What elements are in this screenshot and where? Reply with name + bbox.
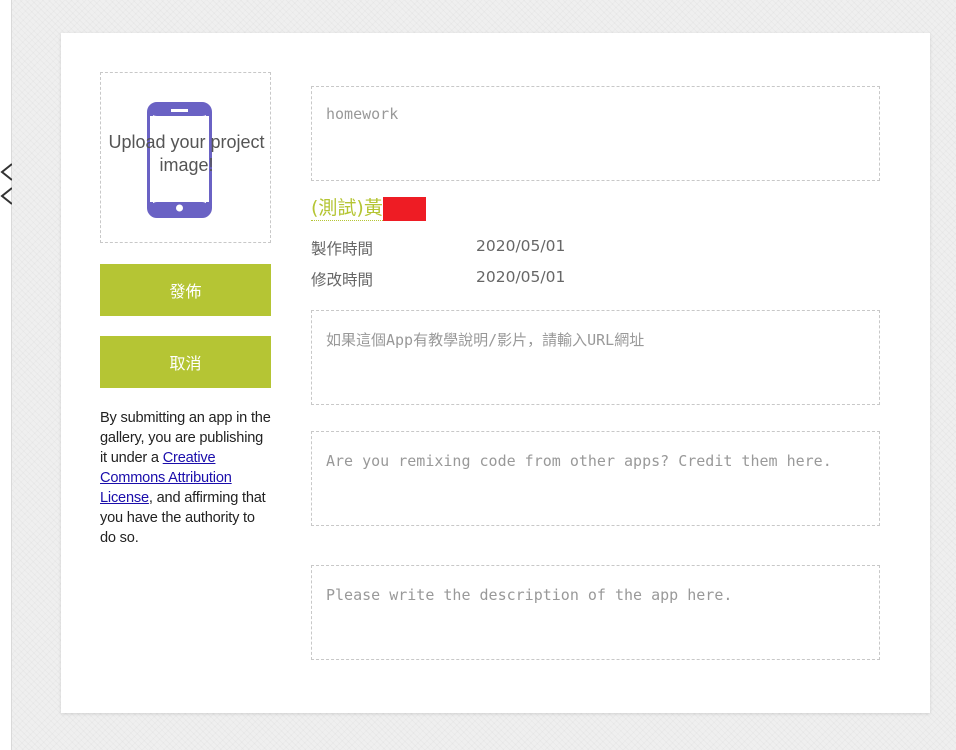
credits-field[interactable]: Are you remixing code from other apps? C… [311, 431, 880, 526]
upload-image-label: Upload your project image! [108, 132, 265, 175]
credits-placeholder: Are you remixing code from other apps? C… [326, 452, 832, 470]
tutorial-url-placeholder: 如果這個App有教學說明/影片，請輸入URL網址 [326, 331, 645, 349]
created-value: 2020/05/01 [476, 237, 566, 255]
modified-value: 2020/05/01 [476, 268, 566, 286]
publish-button[interactable]: 發佈 [100, 264, 271, 316]
author-row: (測試)黃 [311, 196, 426, 223]
description-placeholder: Please write the description of the app … [326, 586, 733, 604]
redaction-block [382, 196, 426, 221]
side-panel-edge [0, 0, 12, 750]
publish-app-card: Upload your project image! 發佈 取消 By subm… [61, 33, 930, 713]
project-image-upload[interactable]: Upload your project image! [100, 72, 271, 243]
back-arrow-icon[interactable] [0, 158, 12, 208]
created-label: 製作時間 [311, 240, 374, 258]
modified-label: 修改時間 [311, 271, 374, 289]
app-title-placeholder: homework [326, 105, 399, 123]
cancel-button[interactable]: 取消 [100, 336, 271, 388]
app-title-field[interactable]: homework [311, 86, 880, 181]
description-field[interactable]: Please write the description of the app … [311, 565, 880, 660]
author-link[interactable]: (測試)黃 [311, 196, 383, 221]
license-notice: By submitting an app in the gallery, you… [100, 408, 272, 548]
tutorial-url-field[interactable]: 如果這個App有教學說明/影片，請輸入URL網址 [311, 310, 880, 405]
